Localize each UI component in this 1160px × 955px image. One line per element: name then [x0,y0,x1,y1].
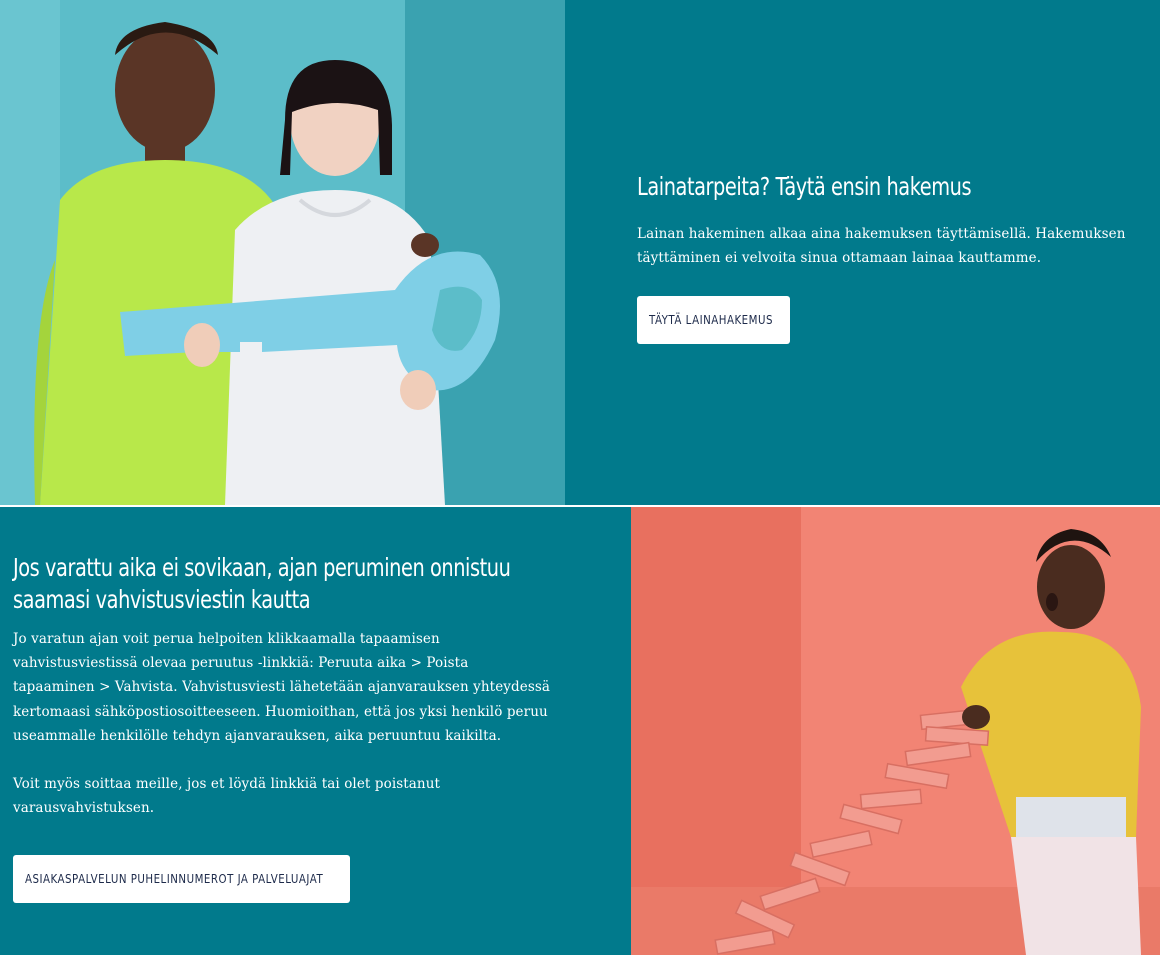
customer-service-numbers-button[interactable]: ASIAKASPALVELUN PUHELINNUMEROT JA PALVEL… [13,855,350,904]
loan-application-content: Lainatarpeita? Täytä ensin hakemus Laina… [637,170,1157,345]
cancel-appointment-content: Jos varattu aika ei sovikaan, ajan perum… [13,552,573,904]
loan-application-text: Lainan hakeminen alkaa aina hakemuksen t… [637,226,1126,267]
call-us-text: Voit myös soittaa meille, jos et löydä l… [13,776,441,817]
loan-application-heading: Lainatarpeita? Täytä ensin hakemus [637,172,972,201]
cancel-appointment-section: Jos varattu aika ei sovikaan, ajan perum… [0,507,1160,955]
customer-service-numbers-button-label: ASIAKASPALVELUN PUHELINNUMEROT JA PALVEL… [25,871,324,887]
loan-application-section: Lainatarpeita? Täytä ensin hakemus Laina… [0,0,1160,505]
fill-loan-application-button[interactable]: TÄYTÄ LAINAHAKEMUS [637,296,790,345]
people-with-key-image [0,0,565,505]
person-with-books-image [631,507,1160,955]
cancel-appointment-heading: Jos varattu aika ei sovikaan, ajan perum… [13,553,511,614]
fill-loan-application-button-label: TÄYTÄ LAINAHAKEMUS [649,312,773,328]
cancel-appointment-text: Jo varatun ajan voit perua helpoiten kli… [13,631,551,744]
